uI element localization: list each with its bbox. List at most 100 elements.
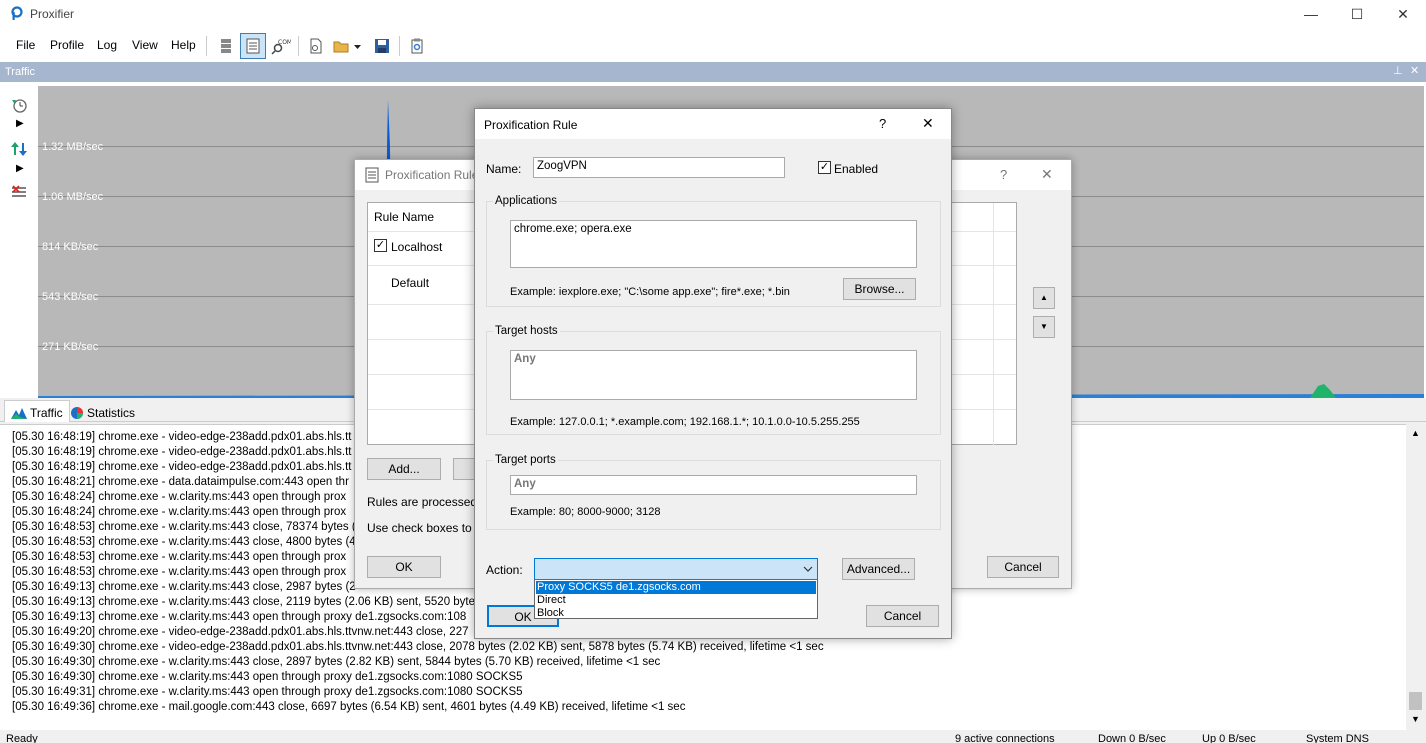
log-line: [05.30 16:49:30] chrome.exe - w.clarity.…: [12, 656, 661, 668]
log-line: [05.30 16:48:24] chrome.exe - w.clarity.…: [12, 506, 347, 518]
open-profile-button[interactable]: [331, 33, 365, 59]
target-ports-group: [486, 460, 941, 530]
name-resolution-icon: COM: [271, 39, 291, 55]
tab-statistics[interactable]: Statistics: [64, 400, 141, 422]
target-hosts-label: Target hosts: [493, 325, 560, 337]
log-line: [05.30 16:48:19] chrome.exe - video-edge…: [12, 431, 352, 443]
target-ports-label: Target ports: [493, 454, 558, 466]
advanced-rule-button[interactable]: Advanced...: [842, 558, 915, 580]
log-line: [05.30 16:49:36] chrome.exe - mail.googl…: [12, 701, 686, 713]
new-profile-icon: [310, 38, 322, 54]
action-option-proxy[interactable]: Proxy SOCKS5 de1.zgsocks.com: [536, 581, 816, 594]
target-hosts-example: Example: 127.0.0.1; *.example.com; 192.1…: [510, 416, 860, 428]
maximize-button[interactable]: ☐: [1334, 0, 1380, 28]
log-line: [05.30 16:48:53] chrome.exe - w.clarity.…: [12, 551, 347, 563]
rule-name-localhost[interactable]: Localhost: [391, 240, 442, 254]
rule-checkbox-localhost[interactable]: ✓: [374, 239, 387, 252]
traffic-panel-title: Traffic: [5, 66, 35, 78]
save-profile-icon: [375, 39, 389, 53]
rule-edit-dialog: Proxification Rule ? ✕ Name: ZoogVPN ✓ E…: [474, 108, 952, 639]
menu-file[interactable]: File: [16, 38, 35, 52]
action-option-block[interactable]: Block: [536, 607, 816, 620]
rules-cancel-button[interactable]: Cancel: [987, 556, 1059, 578]
rules-dialog-close-button[interactable]: ✕: [1041, 166, 1053, 183]
move-up-button[interactable]: ▲: [1033, 287, 1055, 309]
save-profile-button[interactable]: [369, 33, 395, 59]
menu-help[interactable]: Help: [171, 38, 196, 52]
rules-column-header: Rule Name: [374, 210, 435, 224]
chevron-down-icon: [803, 566, 813, 572]
expand-arrow-icon[interactable]: ▶: [16, 163, 24, 174]
enabled-checkbox[interactable]: ✓: [818, 161, 831, 174]
rule-name-default[interactable]: Default: [391, 276, 429, 290]
help-button[interactable]: ?: [1000, 167, 1007, 182]
history-icon[interactable]: [10, 96, 28, 114]
menu-log[interactable]: Log: [97, 38, 117, 52]
clear-list-icon[interactable]: [10, 184, 28, 202]
scrollbar-thumb[interactable]: [1409, 692, 1422, 710]
traffic-tab-icon: [11, 408, 27, 419]
add-rule-button[interactable]: Add...: [367, 458, 441, 480]
window-title: Proxifier: [30, 7, 75, 21]
log-line: [05.30 16:49:13] chrome.exe - w.clarity.…: [12, 611, 467, 623]
applications-label: Applications: [493, 195, 560, 207]
log-scrollbar[interactable]: ▲ ▼: [1406, 424, 1426, 730]
rule-dialog-close-button[interactable]: ✕: [922, 115, 934, 132]
status-connections: 9 active connections: [955, 733, 1055, 743]
new-profile-button[interactable]: [303, 33, 329, 59]
log-line: [05.30 16:48:19] chrome.exe - video-edge…: [12, 461, 352, 473]
traffic-panel-header: Traffic ⊥ ✕: [0, 62, 1426, 82]
scroll-down-icon[interactable]: ▼: [1411, 714, 1420, 724]
log-line: [05.30 16:49:30] chrome.exe - video-edge…: [12, 641, 824, 653]
toolbar-separator: [298, 36, 299, 56]
upload-download-icon[interactable]: [10, 140, 28, 158]
rule-help-button[interactable]: ?: [879, 116, 886, 131]
rules-info-2: Use check boxes to en: [367, 521, 489, 535]
name-resolution-button[interactable]: COM: [268, 33, 294, 59]
rule-name-input[interactable]: ZoogVPN: [533, 157, 785, 178]
advanced-icon: [411, 38, 423, 54]
toolbar-separator: [399, 36, 400, 56]
pin-icon[interactable]: ⊥: [1393, 64, 1403, 77]
action-option-direct[interactable]: Direct: [536, 594, 816, 607]
tab-traffic[interactable]: Traffic: [4, 400, 70, 422]
browse-button[interactable]: Browse...: [843, 278, 916, 300]
menu-bar: File Profile Log View Help COM: [0, 28, 1426, 62]
open-profile-icon: [333, 41, 361, 53]
status-bar: Ready 9 active connections Down 0 B/sec …: [0, 730, 1426, 743]
log-line: [05.30 16:48:24] chrome.exe - w.clarity.…: [12, 491, 347, 503]
move-down-button[interactable]: ▼: [1033, 316, 1055, 338]
log-line: [05.30 16:49:13] chrome.exe - w.clarity.…: [12, 596, 481, 608]
rule-dialog-title: Proxification Rule: [484, 118, 578, 132]
action-dropdown-list: Proxy SOCKS5 de1.zgsocks.com Direct Bloc…: [534, 579, 818, 619]
minimize-button[interactable]: —: [1288, 0, 1334, 28]
rule-cancel-button[interactable]: Cancel: [866, 605, 939, 627]
proxification-rules-icon: [246, 38, 260, 54]
proxifier-logo-icon: [11, 6, 23, 20]
enabled-label: Enabled: [834, 162, 879, 176]
panel-close-icon[interactable]: ✕: [1410, 64, 1419, 77]
proxy-servers-icon: [221, 39, 231, 53]
rule-dialog-titlebar: Proxification Rule ? ✕: [475, 109, 951, 139]
rules-ok-button[interactable]: OK: [367, 556, 441, 578]
target-hosts-input[interactable]: Any: [510, 350, 917, 400]
target-ports-input[interactable]: Any: [510, 475, 917, 495]
advanced-button[interactable]: [404, 33, 430, 59]
target-ports-example: Example: 80; 8000-9000; 3128: [510, 506, 661, 518]
statistics-tab-icon: [71, 406, 83, 419]
status-ready: Ready: [6, 733, 38, 743]
status-dns: System DNS: [1306, 733, 1369, 743]
expand-arrow-icon[interactable]: ▶: [16, 118, 24, 129]
proxy-servers-button[interactable]: [213, 33, 239, 59]
toolbar-separator: [206, 36, 207, 56]
proxification-rules-button[interactable]: [240, 33, 266, 59]
rules-dialog-title: Proxification Rule: [385, 168, 479, 182]
menu-view[interactable]: View: [132, 38, 158, 52]
menu-profile[interactable]: Profile: [50, 38, 84, 52]
status-up: Up 0 B/sec: [1202, 733, 1256, 743]
log-line: [05.30 16:49:13] chrome.exe - w.clarity.…: [12, 581, 356, 593]
action-select[interactable]: [534, 558, 818, 580]
close-button[interactable]: ✕: [1380, 0, 1426, 28]
applications-input[interactable]: chrome.exe; opera.exe: [510, 220, 917, 268]
scroll-up-icon[interactable]: ▲: [1411, 428, 1420, 438]
